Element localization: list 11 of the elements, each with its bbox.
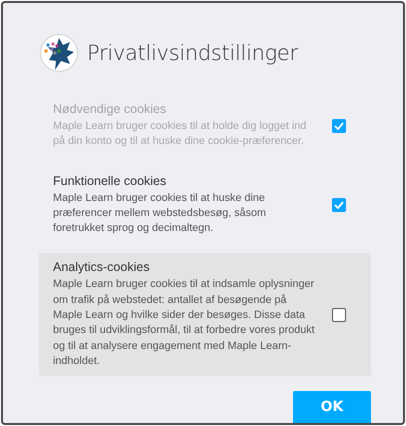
section-title: Analytics-cookies (53, 260, 151, 274)
ok-button[interactable]: OK (293, 391, 371, 423)
section-description: Maple Learn bruger cookies til at holde dig logget ind på din konto og til at huske dine cookie-præferencer. (53, 119, 308, 150)
checkbox[interactable] (332, 198, 346, 212)
section-title: Funktionelle cookies (53, 174, 168, 188)
logo-icon (39, 33, 79, 73)
section-title: Nødvendige cookies (53, 102, 168, 116)
dialog-title: Privatlivsindstillinger (87, 41, 298, 65)
checkbox[interactable] (332, 308, 346, 322)
section-description: Maple Learn bruger cookies til at huske dine præferencer mellem webstedsbesøg, såsom foretrukket sprog og decimaltegn. (53, 190, 268, 236)
section-description: Maple Learn bruger cookies til at indsamle oplysninger om trafik på webstedet: antallet af besøgende på Maple Learn og hvilke sider der besøges. Disse data bruges til udviklingsformål, til at forbedre vores produkt og til at analysere engagement med Maple Learn-indholdet. (53, 277, 315, 369)
